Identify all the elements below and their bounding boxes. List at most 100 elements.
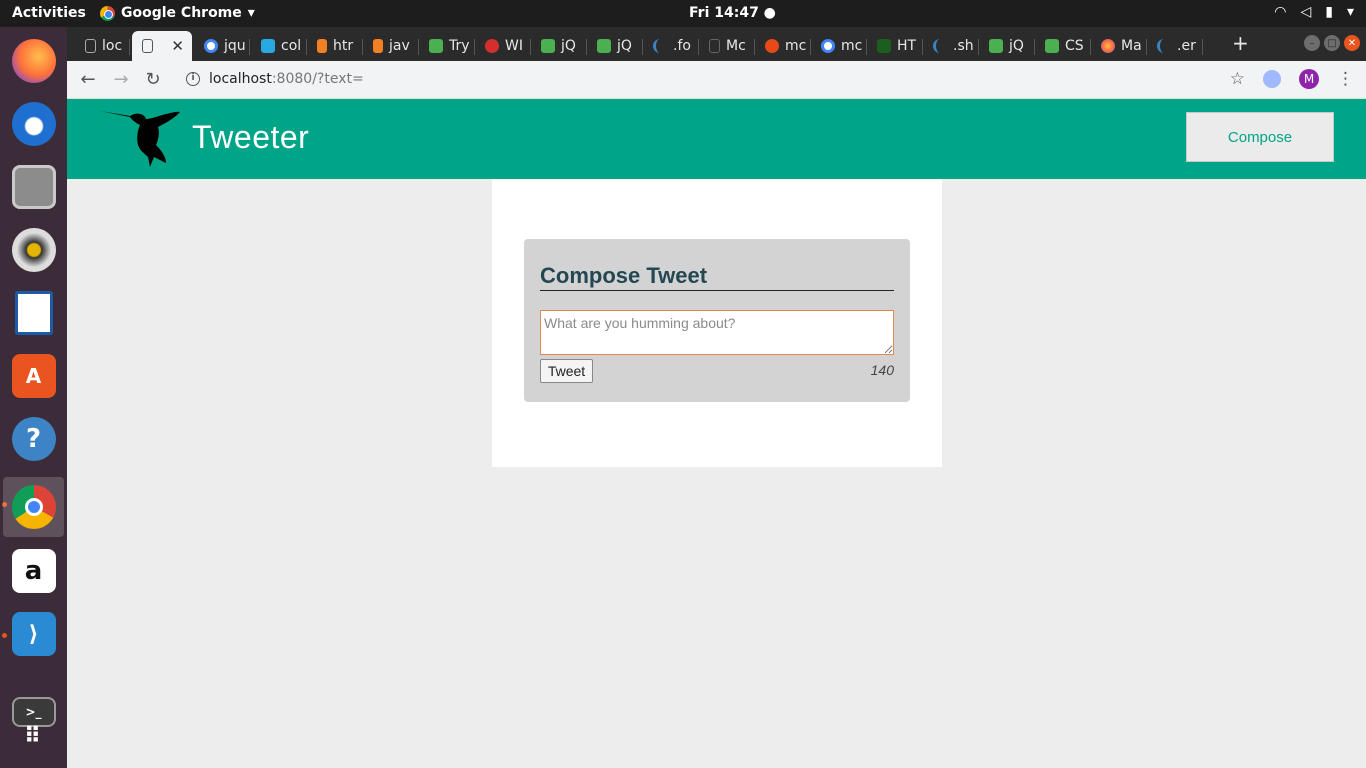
system-tray[interactable]: ◠ ◁ ▮ ▾ xyxy=(1274,4,1354,20)
tab[interactable]: HT xyxy=(867,31,923,61)
compose-heading: Compose Tweet xyxy=(540,263,894,291)
tab-label: Ma xyxy=(1121,38,1142,54)
tab[interactable]: mc xyxy=(811,31,867,61)
tab-label: jav xyxy=(389,38,410,54)
bookmark-star-icon[interactable]: ☆ xyxy=(1230,69,1245,89)
app-menu[interactable]: Google Chrome ▾ xyxy=(100,5,255,21)
site-title: Tweeter xyxy=(192,119,310,155)
chrome-icon xyxy=(11,485,56,529)
tab-active[interactable]: ✕ xyxy=(132,31,192,61)
tweet-text-input[interactable] xyxy=(540,310,894,355)
tab[interactable]: CS xyxy=(1035,31,1091,61)
system-top-bar: Activities Google Chrome ▾ Fri 14:47 ● ◠… xyxy=(0,0,1366,27)
vscode-icon: ⟩ xyxy=(11,612,56,656)
dock-files[interactable] xyxy=(3,157,64,217)
tab-label: jQ xyxy=(617,38,632,54)
dock-firefox[interactable] xyxy=(3,31,64,91)
w3schools-icon xyxy=(429,39,443,53)
tab[interactable]: .fo xyxy=(643,31,699,61)
blue-arc-icon xyxy=(1157,39,1171,53)
tab[interactable]: Mc xyxy=(699,31,755,61)
tab[interactable]: WI xyxy=(475,31,531,61)
dock-writer[interactable] xyxy=(3,283,64,343)
thunderbird-icon xyxy=(11,102,56,146)
page-content: Tweeter Compose Compose Tweet Tweet 140 xyxy=(67,99,1366,768)
stackoverflow-icon xyxy=(317,39,327,53)
green-icon xyxy=(877,39,891,53)
dock-vscode[interactable]: ⟩ xyxy=(3,604,64,664)
dock-rhythmbox[interactable] xyxy=(3,220,64,280)
shopping-bag-icon: A xyxy=(11,354,56,398)
google-icon xyxy=(821,39,835,53)
blue-arc-icon xyxy=(933,39,947,53)
tab[interactable]: Ma xyxy=(1091,31,1147,61)
close-window-button[interactable]: ✕ xyxy=(1344,35,1360,51)
browser-toolbar: ← → ↻ i localhost:8080/?text= ☆ M ⋮ xyxy=(67,61,1366,99)
page-icon xyxy=(709,39,720,53)
google-icon xyxy=(204,39,218,53)
tweet-submit-button[interactable]: Tweet xyxy=(540,359,593,383)
url-path: :8080/?text= xyxy=(271,71,364,87)
tab[interactable]: jav xyxy=(363,31,419,61)
tab-label: .fo xyxy=(673,38,691,54)
tab[interactable]: Try xyxy=(419,31,475,61)
tab[interactable]: mc xyxy=(755,31,811,61)
url-host: localhost xyxy=(209,71,272,87)
app-menu-label: Google Chrome xyxy=(121,5,242,21)
volume-icon: ◁ xyxy=(1300,4,1312,20)
extension-icon[interactable] xyxy=(1263,70,1281,88)
blue-arc-icon xyxy=(653,39,667,53)
maximize-button[interactable]: □ xyxy=(1324,35,1340,51)
tab[interactable]: col xyxy=(251,31,307,61)
wifi-icon: ◠ xyxy=(1274,4,1287,20)
dock-amazon[interactable]: a xyxy=(3,541,64,601)
page-icon xyxy=(142,39,153,53)
tab[interactable]: htr xyxy=(307,31,363,61)
tab-label: jQ xyxy=(561,38,576,54)
firefox-icon xyxy=(11,39,56,83)
tab[interactable]: .sh xyxy=(923,31,979,61)
dock-help[interactable]: ? xyxy=(3,409,64,469)
profile-avatar[interactable]: M xyxy=(1299,69,1319,89)
character-counter: 140 xyxy=(870,362,894,378)
tab[interactable]: jQ xyxy=(531,31,587,61)
speaker-icon xyxy=(11,228,56,272)
tab[interactable]: jQ xyxy=(979,31,1035,61)
forward-button[interactable]: → xyxy=(110,69,132,90)
info-icon[interactable]: i xyxy=(186,72,200,86)
dock-software[interactable]: A xyxy=(3,346,64,406)
minimize-button[interactable]: – xyxy=(1304,35,1320,51)
activities-button[interactable]: Activities xyxy=(12,5,86,21)
codepen-icon xyxy=(261,39,275,53)
tab-label: jQ xyxy=(1009,38,1024,54)
tab[interactable]: jQ xyxy=(587,31,643,61)
amazon-icon: a xyxy=(11,549,56,593)
tab-label: mc xyxy=(785,38,807,54)
kebab-menu-icon[interactable]: ⋮ xyxy=(1337,69,1354,89)
tab-strip: loc ✕ jqu col htr jav Try WI jQ jQ .fo M… xyxy=(67,27,1366,61)
tab[interactable]: loc xyxy=(75,31,130,61)
chevron-down-icon: ▾ xyxy=(1346,4,1354,20)
clock[interactable]: Fri 14:47 ● xyxy=(689,5,776,21)
new-tab-button[interactable]: + xyxy=(1232,31,1249,55)
tab-label: htr xyxy=(333,38,354,54)
address-bar[interactable]: localhost:8080/?text= xyxy=(209,71,364,87)
back-button[interactable]: ← xyxy=(77,69,99,90)
tab-label: col xyxy=(281,38,302,54)
tab-label: loc xyxy=(102,38,123,54)
dock: A ? a ⟩ >_ ⠿ xyxy=(0,27,67,768)
dock-thunderbird[interactable] xyxy=(3,94,64,154)
show-applications-button[interactable]: ⠿ xyxy=(3,707,64,767)
reload-button[interactable]: ↻ xyxy=(142,69,164,90)
main-container: Compose Tweet Tweet 140 xyxy=(492,179,942,467)
red-icon xyxy=(485,39,499,53)
tab[interactable]: .er xyxy=(1147,31,1203,61)
tab-label: Try xyxy=(449,38,470,54)
tab-label: Mc xyxy=(726,38,746,54)
compose-toggle-button[interactable]: Compose xyxy=(1186,112,1334,162)
tab-label: WI xyxy=(505,38,523,54)
tab[interactable]: jqu xyxy=(194,31,250,61)
close-icon[interactable]: ✕ xyxy=(171,37,184,55)
w3schools-icon xyxy=(541,39,555,53)
dock-chrome[interactable] xyxy=(3,477,64,537)
